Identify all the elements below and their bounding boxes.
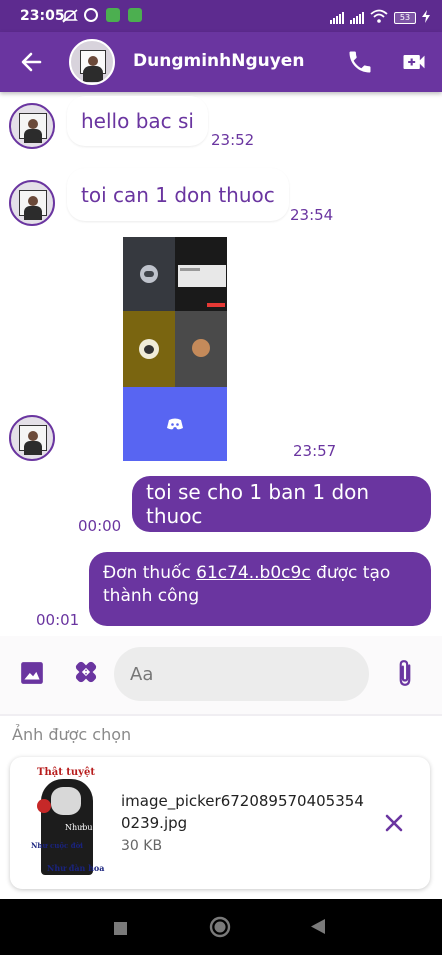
phone-icon	[349, 51, 371, 73]
image-tile	[123, 387, 227, 461]
message-bubble-incoming[interactable]: hello bac si	[67, 96, 208, 146]
square-icon	[114, 922, 127, 935]
selected-image-label: Ảnh được chọn	[12, 725, 132, 744]
gallery-button[interactable]	[19, 660, 45, 686]
image-tile	[123, 237, 175, 311]
triangle-back-icon	[311, 919, 325, 934]
close-icon	[385, 814, 403, 832]
message-time: 00:00	[78, 517, 122, 535]
message-bubble-outgoing[interactable]: toi se cho 1 ban 1 don thuoc	[132, 476, 431, 532]
alarm-icon	[84, 8, 100, 22]
discord-icon	[167, 418, 183, 430]
message-input[interactable]	[114, 647, 369, 701]
status-time: 23:05	[20, 8, 65, 24]
contact-name[interactable]: DungminhNguyen	[133, 51, 304, 71]
mute-icon	[62, 8, 78, 23]
signal-icon-2	[350, 11, 364, 24]
signal-icon	[330, 11, 344, 24]
paperclip-icon	[399, 660, 411, 686]
wifi-icon	[370, 8, 388, 27]
thumbnail-caption: Thật tuyệt	[37, 767, 95, 778]
image-tile	[175, 237, 227, 311]
call-button[interactable]	[346, 48, 374, 76]
chat-header: DungminhNguyen	[0, 32, 442, 92]
back-button[interactable]	[18, 48, 46, 76]
file-name: image_picker6720895704053540239.jpg	[121, 792, 364, 832]
message-bubble-incoming[interactable]: toi can 1 don thuoc	[67, 168, 289, 221]
charging-icon	[422, 8, 430, 27]
message-time: 23:54	[290, 206, 334, 224]
file-thumbnail[interactable]: Thật tuyệt Nhưbuồi Như cuộc đời Như đàn …	[23, 765, 111, 880]
message-text: Đơn thuốc	[103, 563, 197, 583]
image-tile	[123, 311, 175, 387]
message-time: 23:52	[211, 131, 255, 149]
battery-icon: 53	[394, 11, 416, 24]
message-composer	[0, 636, 442, 714]
arrow-left-icon	[21, 52, 42, 72]
video-call-button[interactable]	[400, 48, 428, 76]
video-camera-icon	[403, 55, 425, 69]
attach-file-button[interactable]	[392, 658, 418, 688]
discord-icon	[140, 265, 158, 283]
sender-avatar[interactable]	[9, 415, 55, 461]
divider	[0, 714, 442, 716]
status-system-icons: 53	[330, 8, 430, 27]
message-image[interactable]	[123, 237, 227, 461]
back-nav-button[interactable]	[311, 919, 325, 938]
recents-button[interactable]	[114, 920, 127, 939]
bandage-icon	[75, 661, 97, 683]
file-size: 30 KB	[121, 838, 163, 854]
status-notification-icons	[62, 8, 144, 23]
remove-file-button[interactable]	[382, 811, 406, 835]
message-time: 00:01	[36, 611, 80, 629]
home-button[interactable]	[209, 916, 231, 942]
prescription-button[interactable]	[72, 658, 100, 686]
prescription-link[interactable]: 61c74..b0c9c	[196, 563, 311, 583]
circle-icon	[209, 916, 231, 938]
contact-avatar[interactable]	[69, 39, 115, 85]
image-icon	[21, 662, 43, 684]
thumbnail-caption: Như cuộc đời	[31, 841, 83, 850]
selected-file-card[interactable]: Thật tuyệt Nhưbuồi Như cuộc đời Như đàn …	[10, 757, 430, 889]
status-bar: 23:05 53	[0, 0, 442, 32]
sender-avatar[interactable]	[9, 180, 55, 226]
system-navigation-bar	[0, 899, 442, 955]
thumbnail-caption: Nhưbuồi	[65, 823, 101, 832]
messaging-app-icon	[106, 8, 122, 22]
image-tile	[175, 311, 227, 387]
message-bubble-outgoing[interactable]: Đơn thuốc 61c74..b0c9c được tạo thành cô…	[89, 552, 431, 626]
sender-avatar[interactable]	[9, 103, 55, 149]
message-time: 23:57	[293, 442, 337, 460]
messaging-app-icon-2	[128, 8, 144, 22]
thumbnail-caption: Như đàn hoa	[47, 863, 105, 873]
